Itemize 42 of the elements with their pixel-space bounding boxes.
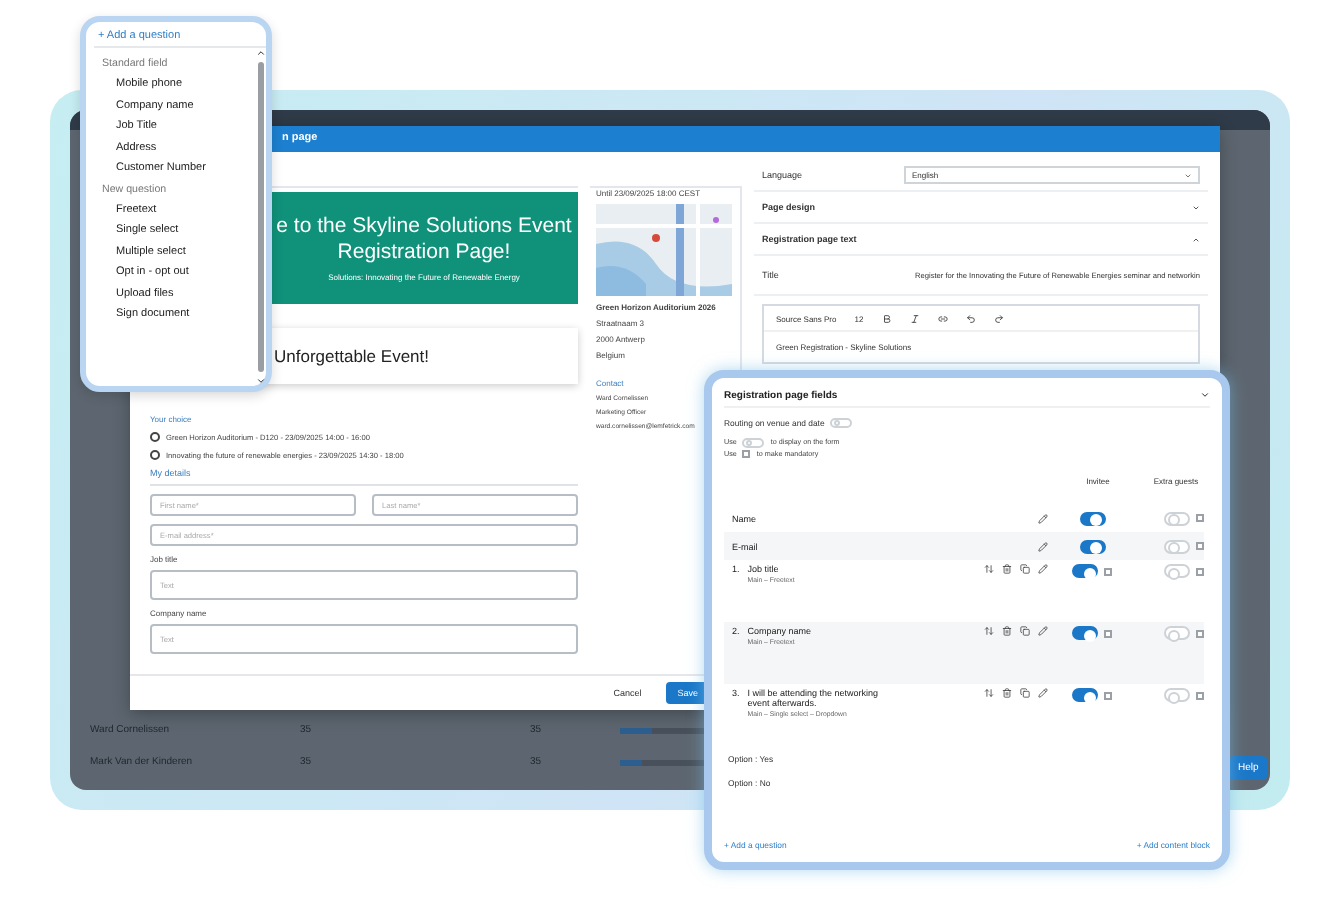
toggle[interactable]: [1072, 688, 1098, 702]
toggle[interactable]: [1079, 539, 1105, 553]
copy-icon[interactable]: [1020, 564, 1030, 574]
checkbox[interactable]: [1104, 691, 1112, 699]
checkbox[interactable]: [1104, 567, 1112, 575]
card-title: Unforgettable Event!: [274, 346, 429, 366]
redo-icon[interactable]: [993, 313, 1004, 323]
edit-icon[interactable]: [1038, 564, 1048, 574]
edit-icon[interactable]: [1038, 626, 1048, 636]
chevron-icon[interactable]: [1200, 390, 1210, 400]
radio[interactable]: [150, 450, 160, 460]
toggle[interactable]: [1072, 626, 1098, 640]
sort-icon[interactable]: [984, 688, 994, 698]
scroll-up-icon[interactable]: [255, 48, 265, 58]
copy-icon[interactable]: [1020, 626, 1030, 636]
checkbox[interactable]: [1104, 629, 1112, 637]
bold-icon[interactable]: [881, 313, 892, 323]
checkbox-sample-icon: [742, 450, 751, 458]
undo-icon[interactable]: [965, 313, 976, 323]
sort-icon[interactable]: [984, 626, 994, 636]
delete-icon[interactable]: [1002, 626, 1012, 636]
scrollbar[interactable]: [254, 48, 266, 386]
copy-icon[interactable]: [1020, 688, 1030, 698]
toggle-sample-icon: [742, 437, 765, 447]
toggle[interactable]: [1079, 511, 1105, 525]
checkbox[interactable]: [1196, 542, 1204, 550]
hero-title: e to the Skyline Solutions Event Registration Page!: [274, 214, 574, 266]
checkbox[interactable]: [1196, 629, 1204, 637]
italic-icon[interactable]: [909, 313, 920, 323]
scroll-down-icon[interactable]: [255, 376, 265, 386]
checkbox[interactable]: [1196, 514, 1204, 522]
sort-icon[interactable]: [984, 564, 994, 574]
toggle[interactable]: [1072, 564, 1098, 578]
edit-icon[interactable]: [1038, 541, 1048, 551]
delete-icon[interactable]: [1002, 688, 1012, 698]
edit-icon[interactable]: [1038, 513, 1048, 523]
edit-icon[interactable]: [1038, 688, 1048, 698]
link-icon[interactable]: [937, 313, 948, 323]
delete-icon[interactable]: [1002, 564, 1012, 574]
checkbox[interactable]: [1196, 691, 1204, 699]
checkbox[interactable]: [1196, 567, 1204, 575]
radio[interactable]: [150, 432, 160, 442]
